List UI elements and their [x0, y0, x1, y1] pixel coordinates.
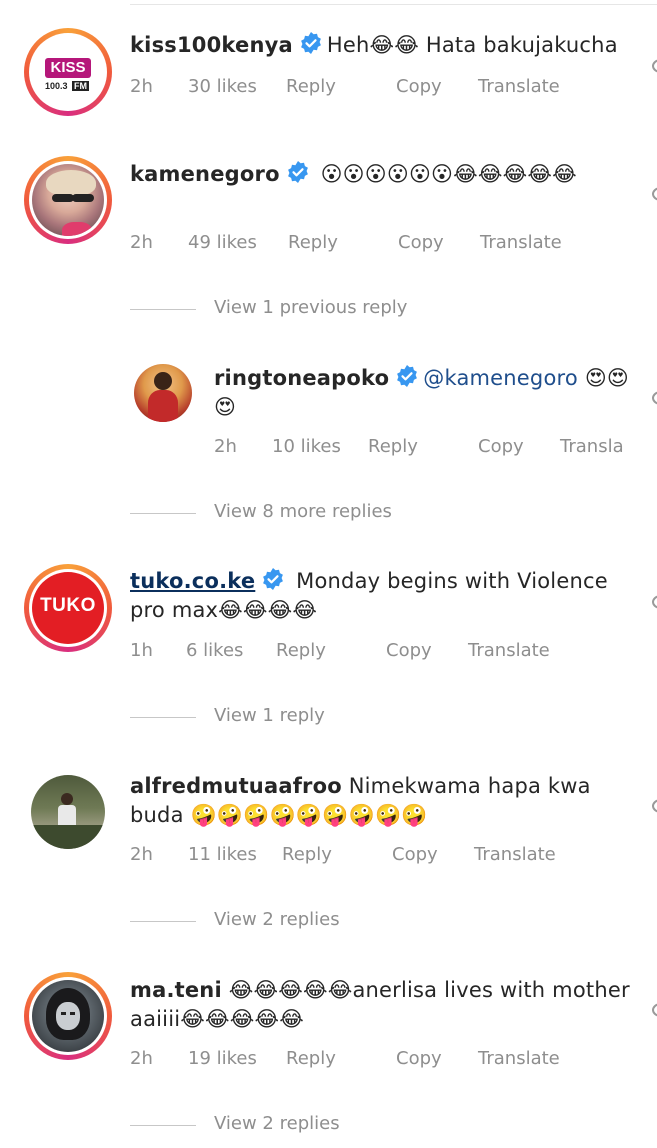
translate-button[interactable]: Translate: [480, 232, 562, 253]
comment-body: 😮😮😮😮😮😮😂😂😂😂😂: [320, 162, 577, 186]
verified-badge-icon: [300, 32, 321, 54]
avatar: [29, 977, 107, 1055]
divider-line: [130, 921, 196, 922]
likes-count[interactable]: 6 likes: [186, 640, 243, 661]
username[interactable]: kiss100kenya: [130, 33, 293, 57]
comment-age: 1h: [130, 640, 153, 661]
translate-button[interactable]: Transla: [560, 436, 624, 457]
verified-badge-icon: [287, 161, 308, 183]
verified-badge-icon: [263, 568, 284, 590]
view-replies-label[interactable]: View 1 reply: [214, 705, 325, 726]
avatar-ring[interactable]: [24, 768, 112, 856]
reply-button[interactable]: Reply: [276, 640, 326, 661]
avatar[interactable]: [134, 364, 192, 422]
view-previous-replies-label[interactable]: View 1 previous reply: [214, 297, 407, 318]
reply-button[interactable]: Reply: [286, 1048, 336, 1069]
like-heart-icon[interactable]: [652, 58, 657, 74]
comment-text: tuko.co.ke Monday begins with Violence p…: [130, 567, 630, 625]
comment-age: 2h: [214, 436, 237, 457]
comment-text: kamenegoro 😮😮😮😮😮😮😂😂😂😂😂: [130, 160, 630, 189]
copy-button[interactable]: Copy: [396, 76, 442, 97]
username[interactable]: alfredmutuaafroo: [130, 774, 342, 798]
comment-age: 2h: [130, 232, 153, 253]
reply-text: ringtoneapoko @kamenegoro 😍😍😍: [214, 364, 634, 422]
likes-count[interactable]: 11 likes: [188, 844, 257, 865]
avatar: KISS 100.3 FM: [29, 33, 107, 111]
likes-count[interactable]: 30 likes: [188, 76, 257, 97]
avatar-ring[interactable]: [24, 972, 112, 1060]
copy-button[interactable]: Copy: [398, 232, 444, 253]
comment-body: Heh: [326, 33, 370, 57]
like-heart-icon[interactable]: [652, 594, 657, 610]
kiss-fm-badge: FM: [72, 81, 90, 91]
translate-button[interactable]: Translate: [474, 844, 556, 865]
comment-body-tail: Hata bakujakucha: [418, 33, 618, 57]
view-replies-label[interactable]: View 2 replies: [214, 1113, 340, 1134]
translate-button[interactable]: Translate: [468, 640, 550, 661]
avatar: [31, 775, 105, 849]
divider-line: [130, 513, 196, 514]
divider-line: [130, 1125, 196, 1126]
translate-button[interactable]: Translate: [478, 76, 560, 97]
divider-line: [130, 309, 196, 310]
copy-button[interactable]: Copy: [392, 844, 438, 865]
comment-text: kiss100kenya Heh😂😂 Hata bakujakucha: [130, 31, 630, 60]
likes-count[interactable]: 19 likes: [188, 1048, 257, 1069]
reply-button[interactable]: Reply: [282, 844, 332, 865]
username[interactable]: kamenegoro: [130, 162, 280, 186]
comment-age: 2h: [130, 844, 153, 865]
like-heart-icon[interactable]: [652, 798, 657, 814]
username[interactable]: ma.teni: [130, 978, 222, 1002]
copy-button[interactable]: Copy: [396, 1048, 442, 1069]
kiss-frequency: 100.3: [45, 81, 68, 91]
comment-age: 2h: [130, 76, 153, 97]
avatar-ring[interactable]: TUKO: [24, 564, 112, 652]
username[interactable]: ringtoneapoko: [214, 366, 389, 390]
likes-count[interactable]: 10 likes: [272, 436, 341, 457]
comment-text: alfredmutuaafroo Nimekwama hapa kwa buda…: [130, 772, 630, 830]
avatar-ring[interactable]: [24, 156, 112, 244]
avatar: [29, 161, 107, 239]
like-heart-icon[interactable]: [652, 1002, 657, 1018]
view-more-replies-label[interactable]: View 8 more replies: [214, 501, 392, 522]
like-heart-icon[interactable]: [652, 186, 657, 202]
comment-emoji: 😂😂: [369, 33, 419, 57]
likes-count[interactable]: 49 likes: [188, 232, 257, 253]
copy-button[interactable]: Copy: [386, 640, 432, 661]
username[interactable]: tuko.co.ke: [130, 569, 255, 593]
kiss-logo: KISS: [45, 58, 91, 78]
verified-badge-icon: [397, 365, 418, 387]
top-divider: [130, 4, 657, 5]
divider-line: [130, 717, 196, 718]
comment-age: 2h: [130, 1048, 153, 1069]
tuko-logo: TUKO: [40, 595, 96, 616]
reply-button[interactable]: Reply: [288, 232, 338, 253]
reply-button[interactable]: Reply: [286, 76, 336, 97]
avatar-ring[interactable]: KISS 100.3 FM: [24, 28, 112, 116]
reply-button[interactable]: Reply: [368, 436, 418, 457]
translate-button[interactable]: Translate: [478, 1048, 560, 1069]
mention-link[interactable]: @kamenegoro: [423, 366, 578, 390]
avatar: TUKO: [29, 569, 107, 647]
comment-text: ma.teni 😂😂😂😂😂anerlisa lives with mother …: [130, 976, 630, 1034]
copy-button[interactable]: Copy: [478, 436, 524, 457]
view-replies-label[interactable]: View 2 replies: [214, 909, 340, 930]
like-heart-icon[interactable]: [652, 390, 657, 406]
